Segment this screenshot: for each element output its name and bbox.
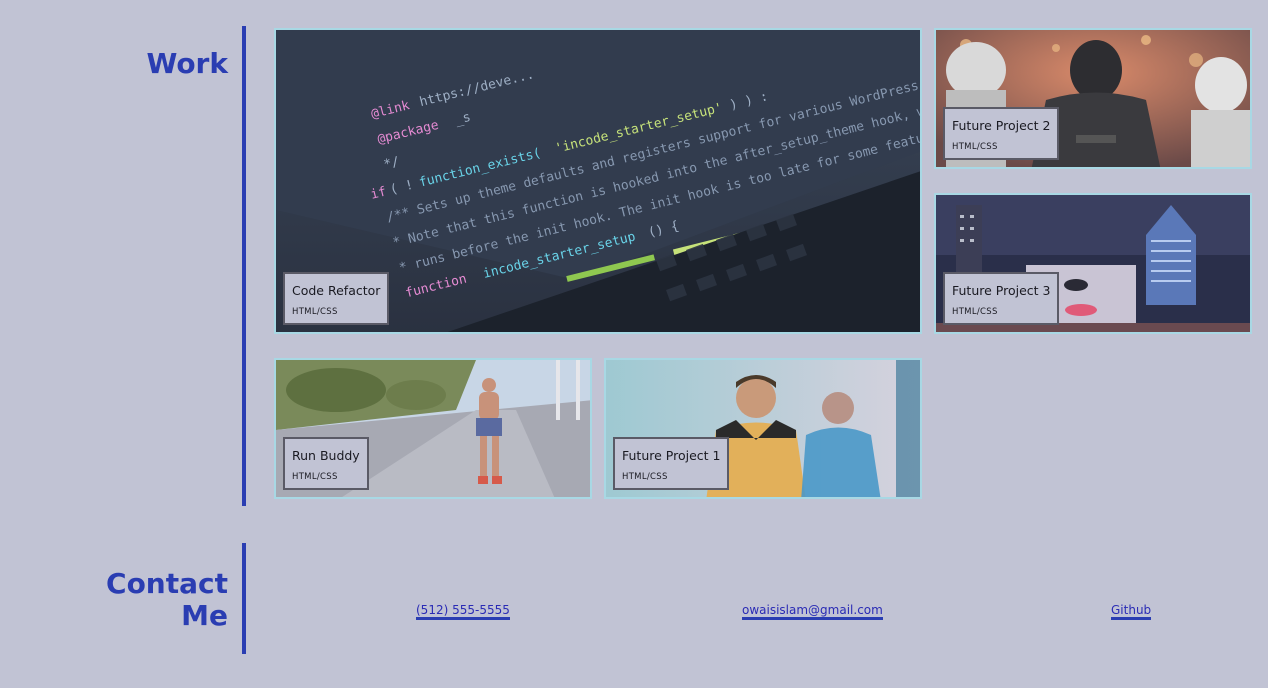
contact-divider xyxy=(242,543,246,654)
work-divider xyxy=(242,26,246,506)
github-link[interactable]: Github xyxy=(1111,603,1152,620)
project-title: Run Buddy xyxy=(292,448,360,463)
contact-heading: Contact Me xyxy=(106,568,228,632)
project-caption: Future Project 2 HTML/CSS xyxy=(943,107,1060,160)
contact-heading-line2: Me xyxy=(181,599,228,632)
project-tech: HTML/CSS xyxy=(952,142,998,152)
work-heading: Work xyxy=(146,47,228,80)
project-title: Code Refactor xyxy=(292,283,381,298)
project-card-code-refactor[interactable]: @link https://deve... @package _s */ if( … xyxy=(274,28,922,334)
project-caption: Code Refactor HTML/CSS xyxy=(283,272,390,325)
project-card-future-2[interactable]: Future Project 2 HTML/CSS xyxy=(934,28,1252,169)
project-caption: Future Project 3 HTML/CSS xyxy=(943,272,1060,325)
project-card-run-buddy[interactable]: Run Buddy HTML/CSS xyxy=(274,358,592,499)
project-tech: HTML/CSS xyxy=(622,472,668,482)
project-caption: Future Project 1 HTML/CSS xyxy=(613,437,730,490)
project-tech: HTML/CSS xyxy=(952,307,998,317)
project-title: Future Project 2 xyxy=(952,118,1051,133)
email-link[interactable]: owaisislam@gmail.com xyxy=(742,603,883,620)
project-card-future-3[interactable]: Future Project 3 HTML/CSS xyxy=(934,193,1252,334)
project-tech: HTML/CSS xyxy=(292,307,338,317)
project-card-future-1[interactable]: Future Project 1 HTML/CSS xyxy=(604,358,922,499)
project-title: Future Project 1 xyxy=(622,448,721,463)
project-caption: Run Buddy HTML/CSS xyxy=(283,437,369,490)
phone-link[interactable]: (512) 555-5555 xyxy=(416,603,510,620)
project-title: Future Project 3 xyxy=(952,283,1051,298)
project-tech: HTML/CSS xyxy=(292,472,338,482)
contact-heading-line1: Contact xyxy=(106,567,228,600)
